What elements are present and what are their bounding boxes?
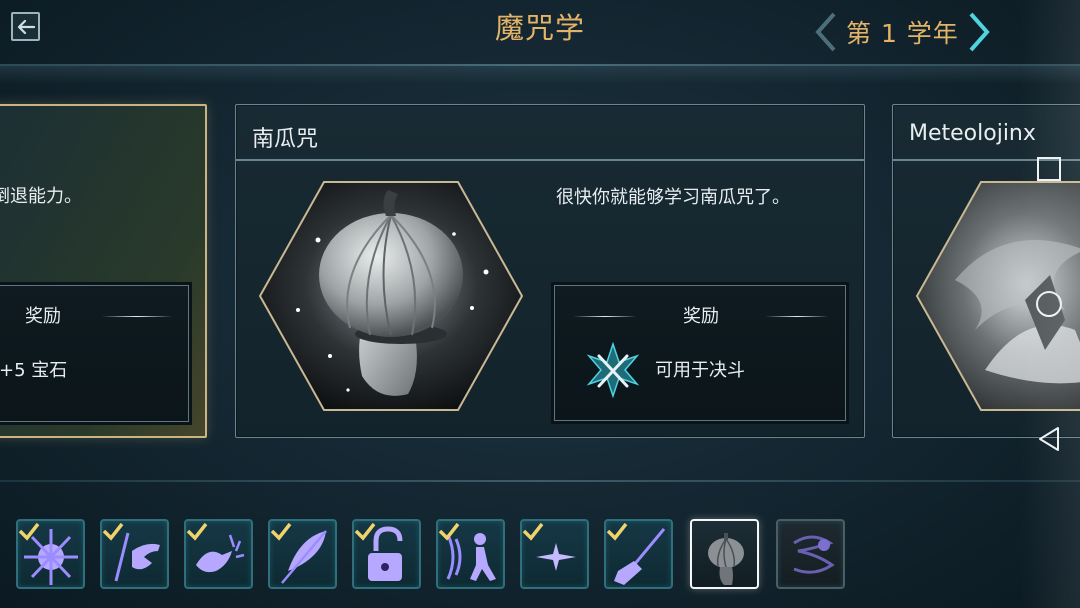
check-icon — [354, 522, 376, 541]
spell-title: Meteolojinx — [909, 121, 1036, 146]
back-triangle-icon[interactable] — [1034, 424, 1064, 454]
reward-text: 可用于决斗 — [655, 360, 745, 381]
check-icon — [438, 522, 460, 541]
pumpkin-spell-illustration — [258, 181, 524, 411]
swirl-cloud-icon — [793, 535, 835, 574]
spell-slot-7[interactable] — [520, 519, 589, 589]
spell-slot-10[interactable] — [776, 519, 845, 589]
spell-slot-5[interactable] — [352, 519, 421, 589]
system-nav-bar — [1020, 0, 1080, 608]
check-icon — [522, 522, 544, 541]
spell-slot-8[interactable] — [604, 519, 673, 589]
spell-slot-2[interactable] — [100, 519, 169, 589]
reward-text: +5 宝石 — [0, 360, 68, 381]
year-selector: 第 1 学年 — [812, 10, 993, 54]
chevron-right-icon[interactable] — [965, 10, 993, 54]
spell-slot-6[interactable] — [436, 519, 505, 589]
check-icon — [18, 522, 40, 541]
spell-slot-9[interactable] — [690, 519, 759, 589]
spell-slot-3[interactable] — [184, 519, 253, 589]
spell-card-current[interactable]: 南瓜咒 很快你就能够学习南瓜咒了。 奖励 可用于决斗 — [235, 104, 865, 438]
pumpkin-head-icon — [708, 533, 744, 585]
spell-title: 南瓜咒 — [252, 127, 319, 152]
chevron-left-icon[interactable] — [812, 10, 840, 54]
spell-description: 很快你就能够学习南瓜咒了。 — [556, 187, 790, 208]
spell-card-previous[interactable]: 倒退能力。 奖励 +5 宝石 — [0, 104, 207, 438]
reward-title-divider-left — [573, 316, 637, 317]
check-icon — [606, 522, 628, 541]
reward-title-divider-right — [765, 316, 829, 317]
year-label: 第 1 学年 — [846, 19, 959, 48]
check-icon — [186, 522, 208, 541]
recent-apps-icon[interactable] — [1034, 154, 1064, 184]
reward-title: 奖励 — [25, 306, 61, 327]
reward-title-divider — [101, 316, 173, 317]
spell-slot-4[interactable] — [268, 519, 337, 589]
spell-slot-1[interactable] — [16, 519, 85, 589]
crossed-wands-icon — [586, 342, 640, 398]
check-icon — [102, 522, 124, 541]
reward-box: 奖励 +5 宝石 — [0, 285, 189, 422]
reward-box: 奖励 可用于决斗 — [554, 285, 846, 421]
home-icon[interactable] — [1034, 289, 1064, 319]
header-glow — [0, 66, 1080, 84]
check-icon — [270, 522, 292, 541]
reward-title: 奖励 — [683, 306, 719, 327]
spell-description: 倒退能力。 — [0, 186, 82, 207]
spell-title-divider — [236, 159, 864, 161]
content-divider — [0, 480, 1080, 482]
header: 魔咒学 第 1 学年 — [0, 0, 1080, 62]
